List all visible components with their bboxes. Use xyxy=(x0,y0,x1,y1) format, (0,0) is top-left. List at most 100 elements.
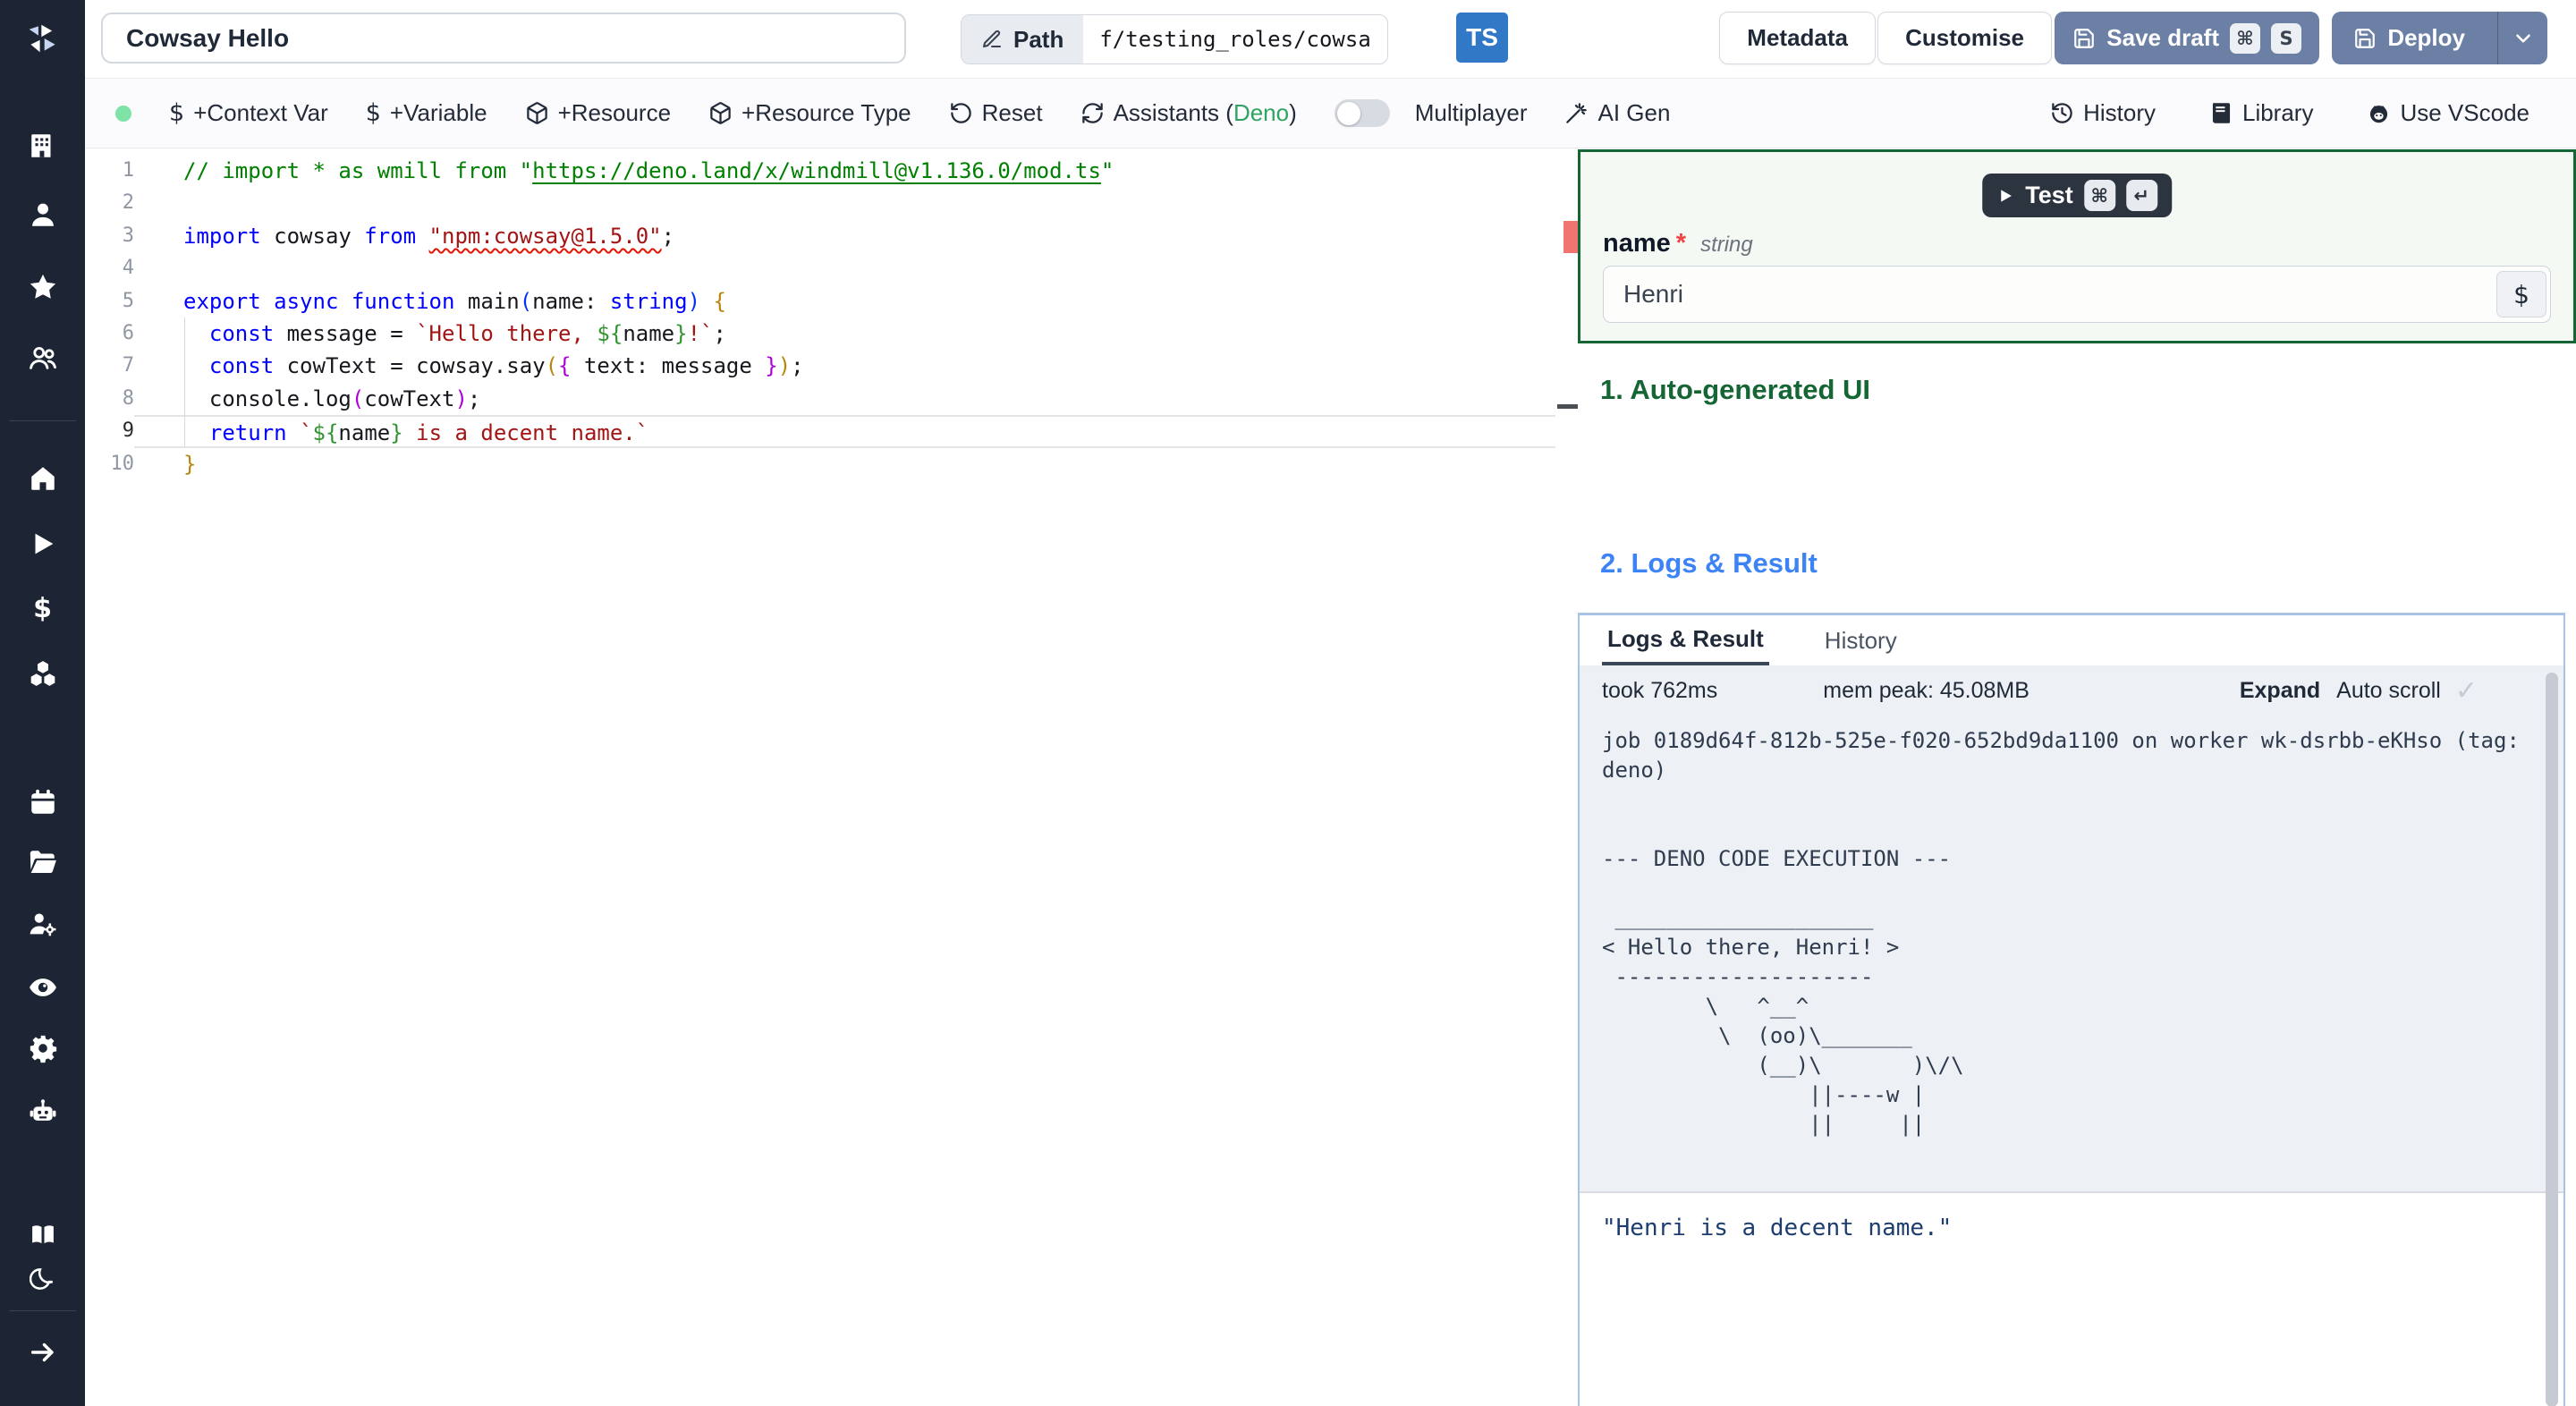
sidebar: $ xyxy=(0,0,85,1406)
cmd-key-badge: ⌘ xyxy=(2083,180,2115,211)
code-line[interactable]: 1// import * as wmill from "https://deno… xyxy=(85,155,1578,187)
magic-wand-icon xyxy=(1566,103,1588,123)
editor-toolbar: $ +Context Var $ +Variable +Resource +Re… xyxy=(85,79,2576,148)
run-status-row: took 762ms mem peak: 45.08MB Expand Auto… xyxy=(1580,666,2563,716)
code-line[interactable]: 5 export async function main(name: string… xyxy=(85,285,1578,318)
line-number: 4 xyxy=(122,257,134,280)
history-button[interactable]: History xyxy=(2050,99,2156,127)
add-variable-button[interactable]: $ +Variable xyxy=(366,99,487,127)
code-line[interactable]: 6 const message = `Hello there, ${name}!… xyxy=(85,318,1578,350)
path-edit-button[interactable]: Path xyxy=(962,15,1084,64)
add-context-var-button[interactable]: $ +Context Var xyxy=(169,99,328,127)
enter-key-badge: ↵ xyxy=(2125,180,2157,211)
vscode-icon xyxy=(2370,106,2388,123)
audit-eye-icon[interactable] xyxy=(23,970,63,1005)
run-info: took 762ms mem peak: 45.08MB Expand Auto… xyxy=(1580,666,2563,1191)
customise-button[interactable]: Customise xyxy=(1877,12,2052,64)
multiplayer-toggle[interactable] xyxy=(1334,99,1390,127)
expand-sidebar-arrow-icon[interactable] xyxy=(23,1334,63,1370)
dollar-icon: $ xyxy=(169,99,185,127)
script-title-input[interactable] xyxy=(101,13,906,64)
resources-cubes-icon[interactable] xyxy=(23,656,63,691)
test-button[interactable]: Test ⌘ ↵ xyxy=(1982,174,2172,217)
line-number: 9 xyxy=(122,419,134,443)
code-line[interactable]: 10} xyxy=(85,448,1578,480)
status-dot xyxy=(115,105,131,122)
code-lines: 1// import * as wmill from "https://deno… xyxy=(85,155,1578,480)
cmd-key-badge: ⌘ xyxy=(2230,22,2260,54)
result-area: "Henri is a decent name." xyxy=(1580,1193,2563,1406)
reset-button[interactable]: Reset xyxy=(949,99,1043,127)
save-icon xyxy=(2355,28,2376,48)
line-number: 2 xyxy=(122,191,134,215)
run-panel: Test ⌘ ↵ name* string $ 1. Auto-generate… xyxy=(1578,148,2576,1406)
logs-scrollbar[interactable] xyxy=(2546,673,2558,1406)
code-line[interactable]: 7 const cowText = cowsay.say({ text: mes… xyxy=(85,350,1578,382)
deploy-main[interactable]: Deploy xyxy=(2332,12,2487,64)
arg-type: string xyxy=(1700,233,1753,257)
chevron-down-icon xyxy=(2515,33,2530,43)
windmill-logo-icon[interactable] xyxy=(23,21,63,56)
tab-logs-result[interactable]: Logs & Result xyxy=(1602,615,1769,665)
sidebar-divider xyxy=(9,1310,76,1311)
deploy-options-caret[interactable] xyxy=(2497,12,2547,64)
line-number: 10 xyxy=(110,452,135,475)
workers-robot-icon[interactable] xyxy=(23,1094,63,1130)
code-line[interactable]: 3 import cowsay from "npm:cowsay@1.5.0"; xyxy=(85,220,1578,252)
line-number: 6 xyxy=(122,321,134,344)
arg-name-input[interactable] xyxy=(1604,280,2496,309)
line-number: 3 xyxy=(122,224,134,247)
windmill-script-editor: $ Cowsay Hello Path f/testing_roles/cows… xyxy=(0,0,2576,1406)
folders-icon[interactable] xyxy=(23,844,63,880)
overview-ruler-cursor-marker xyxy=(1557,404,1579,409)
logs-result-panel: Logs & Result History took 762ms mem pea… xyxy=(1578,613,2565,1406)
building-icon[interactable] xyxy=(23,128,63,164)
use-vscode-button[interactable]: Use VScode xyxy=(2367,99,2529,127)
variables-dollar-icon[interactable]: $ xyxy=(23,590,63,626)
result-value: "Henri is a decent name." xyxy=(1602,1215,1953,1241)
library-button[interactable]: Library xyxy=(2209,99,2313,127)
expand-button[interactable]: Expand xyxy=(2240,678,2320,704)
metadata-button[interactable]: Metadata xyxy=(1719,12,1876,64)
line-number: 8 xyxy=(122,386,134,410)
runs-play-icon[interactable] xyxy=(23,526,63,562)
logs-tabbar: Logs & Result History xyxy=(1580,615,2563,666)
save-draft-button[interactable]: Save draft ⌘ S xyxy=(2055,12,2319,64)
code-line[interactable]: 2 xyxy=(85,187,1578,219)
add-resource-button[interactable]: +Resource xyxy=(525,99,671,127)
required-asterisk: * xyxy=(1675,229,1687,258)
tab-history[interactable]: History xyxy=(1819,615,1902,665)
settings-gear-icon[interactable] xyxy=(23,1030,63,1066)
home-icon[interactable] xyxy=(23,461,63,496)
groups-settings-icon[interactable] xyxy=(23,906,63,942)
code-line[interactable]: 4 xyxy=(85,252,1578,284)
duration-label: took 762ms xyxy=(1602,678,1718,703)
ai-gen-button[interactable]: AI Gen xyxy=(1564,99,1670,127)
insert-variable-button[interactable]: $ xyxy=(2496,271,2546,318)
pencil-icon xyxy=(983,30,1001,47)
overview-ruler-error-marker xyxy=(1563,221,1578,253)
autoscroll-label[interactable]: Auto scroll xyxy=(2336,678,2441,704)
assistants-button[interactable]: Assistants (Deno) xyxy=(1080,99,1297,127)
dollar-icon: $ xyxy=(365,99,381,127)
schedules-calendar-icon[interactable] xyxy=(23,784,63,820)
autoscroll-check-icon[interactable]: ✓ xyxy=(2455,675,2478,707)
star-icon[interactable] xyxy=(23,269,63,305)
add-resource-type-button[interactable]: +Resource Type xyxy=(708,99,911,127)
deploy-button[interactable]: Deploy xyxy=(2332,12,2547,64)
users-group-icon[interactable] xyxy=(23,340,63,376)
multiplayer-label: Multiplayer xyxy=(1414,99,1528,126)
code-line[interactable]: 9 return `${name} is a decent name.` xyxy=(85,415,1578,448)
docs-book-icon[interactable] xyxy=(23,1216,63,1252)
reset-icon xyxy=(950,103,971,123)
log-output: job 0189d64f-812b-525e-f020-652bd9da1100… xyxy=(1602,728,2520,1137)
dark-mode-moon-icon[interactable] xyxy=(23,1261,63,1297)
arg-name-label: name * string xyxy=(1603,229,1753,258)
indent-guide xyxy=(184,318,185,447)
code-line[interactable]: 8 console.log(cowText); xyxy=(85,383,1578,415)
user-icon[interactable] xyxy=(23,197,63,233)
cube-icon xyxy=(710,102,731,124)
cube-icon xyxy=(526,102,547,124)
path-control[interactable]: Path f/testing_roles/cowsa xyxy=(961,14,1388,64)
code-editor[interactable]: 1// import * as wmill from "https://deno… xyxy=(85,148,1579,1406)
